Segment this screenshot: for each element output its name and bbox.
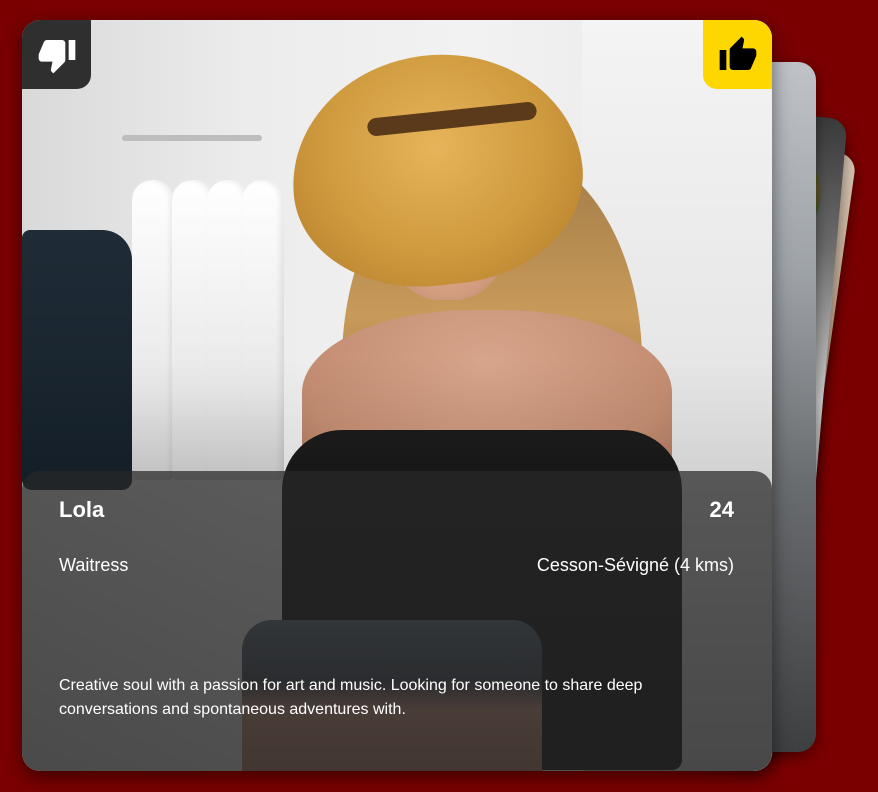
like-button[interactable] (703, 20, 772, 89)
profile-name: Lola (59, 497, 105, 522)
profile-job: Waitress (59, 555, 129, 575)
dislike-button[interactable] (22, 20, 91, 89)
profile-location: Cesson-Sévigné (4 kms) (536, 555, 734, 575)
profile-card[interactable]: Lola 24 Waitress Cesson-Sévigné (4 kms) … (22, 20, 772, 771)
profile-age: 24 (709, 497, 734, 522)
thumbs-up-icon (719, 36, 756, 70)
thumbs-down-icon (38, 39, 75, 73)
profile-bio: Creative soul with a passion for art and… (59, 677, 643, 718)
profile-info-panel: Lola 24 Waitress Cesson-Sévigné (4 kms) … (22, 471, 772, 771)
